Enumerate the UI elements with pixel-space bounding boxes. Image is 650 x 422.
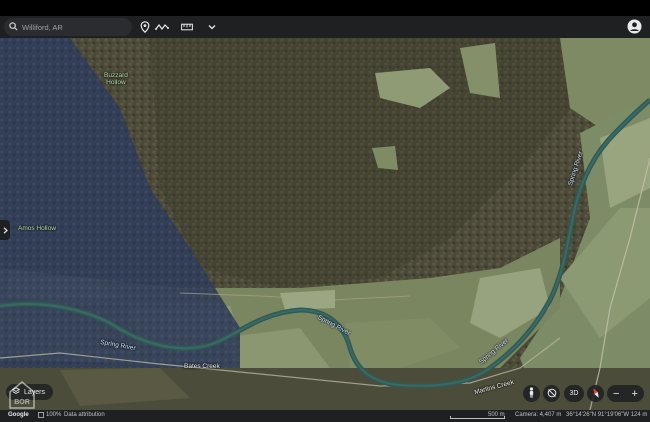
search-box[interactable]: Williford, AR <box>4 18 132 36</box>
zoom-in-button[interactable]: + <box>632 388 638 400</box>
expand-panel-button[interactable] <box>0 220 10 240</box>
compass-button[interactable] <box>587 385 604 402</box>
account-icon[interactable] <box>627 19 642 34</box>
compass-icon <box>591 387 601 401</box>
pegman-icon <box>528 387 535 400</box>
svg-text:BOR: BOR <box>14 399 30 406</box>
street-view-button[interactable] <box>523 385 540 402</box>
view-icon <box>38 412 44 420</box>
search-icon <box>4 21 22 33</box>
map-label-bates-creek: Bates Creek <box>184 363 220 370</box>
status-bar: Google 100% Data attribution 500 m Camer… <box>0 410 650 422</box>
measure-icon[interactable] <box>179 19 195 35</box>
search-input[interactable]: Williford, AR <box>22 23 63 32</box>
map-label-buzzard-hollow: Buzzard Hollow <box>104 72 128 87</box>
3d-view-button[interactable]: 3D <box>564 385 584 402</box>
zoom-percent: 100% <box>46 412 62 418</box>
zoom-controls: − + <box>607 385 644 402</box>
path-icon[interactable] <box>154 19 170 35</box>
data-attribution-link[interactable]: Data attribution <box>64 412 105 418</box>
map-label-amos-hollow: Amos Hollow <box>18 225 56 232</box>
tilt-button[interactable] <box>543 385 560 402</box>
scale-bar <box>450 416 505 419</box>
zoom-out-button[interactable]: − <box>613 388 619 400</box>
no-tilt-icon <box>547 388 557 400</box>
coordinates: 36°14'26"N 91°19'06"W 124 m <box>566 412 648 418</box>
location-pin-icon[interactable] <box>137 19 153 35</box>
watermark-logo: BOR <box>8 380 36 410</box>
camera-altitude: Camera: 4,407 m <box>515 412 562 418</box>
chevron-down-icon[interactable] <box>204 19 220 35</box>
toolbar: Williford, AR <box>0 16 650 38</box>
satellite-map[interactable] <box>0 38 650 410</box>
google-logo: Google <box>8 412 29 418</box>
window-top-bar <box>0 0 650 16</box>
